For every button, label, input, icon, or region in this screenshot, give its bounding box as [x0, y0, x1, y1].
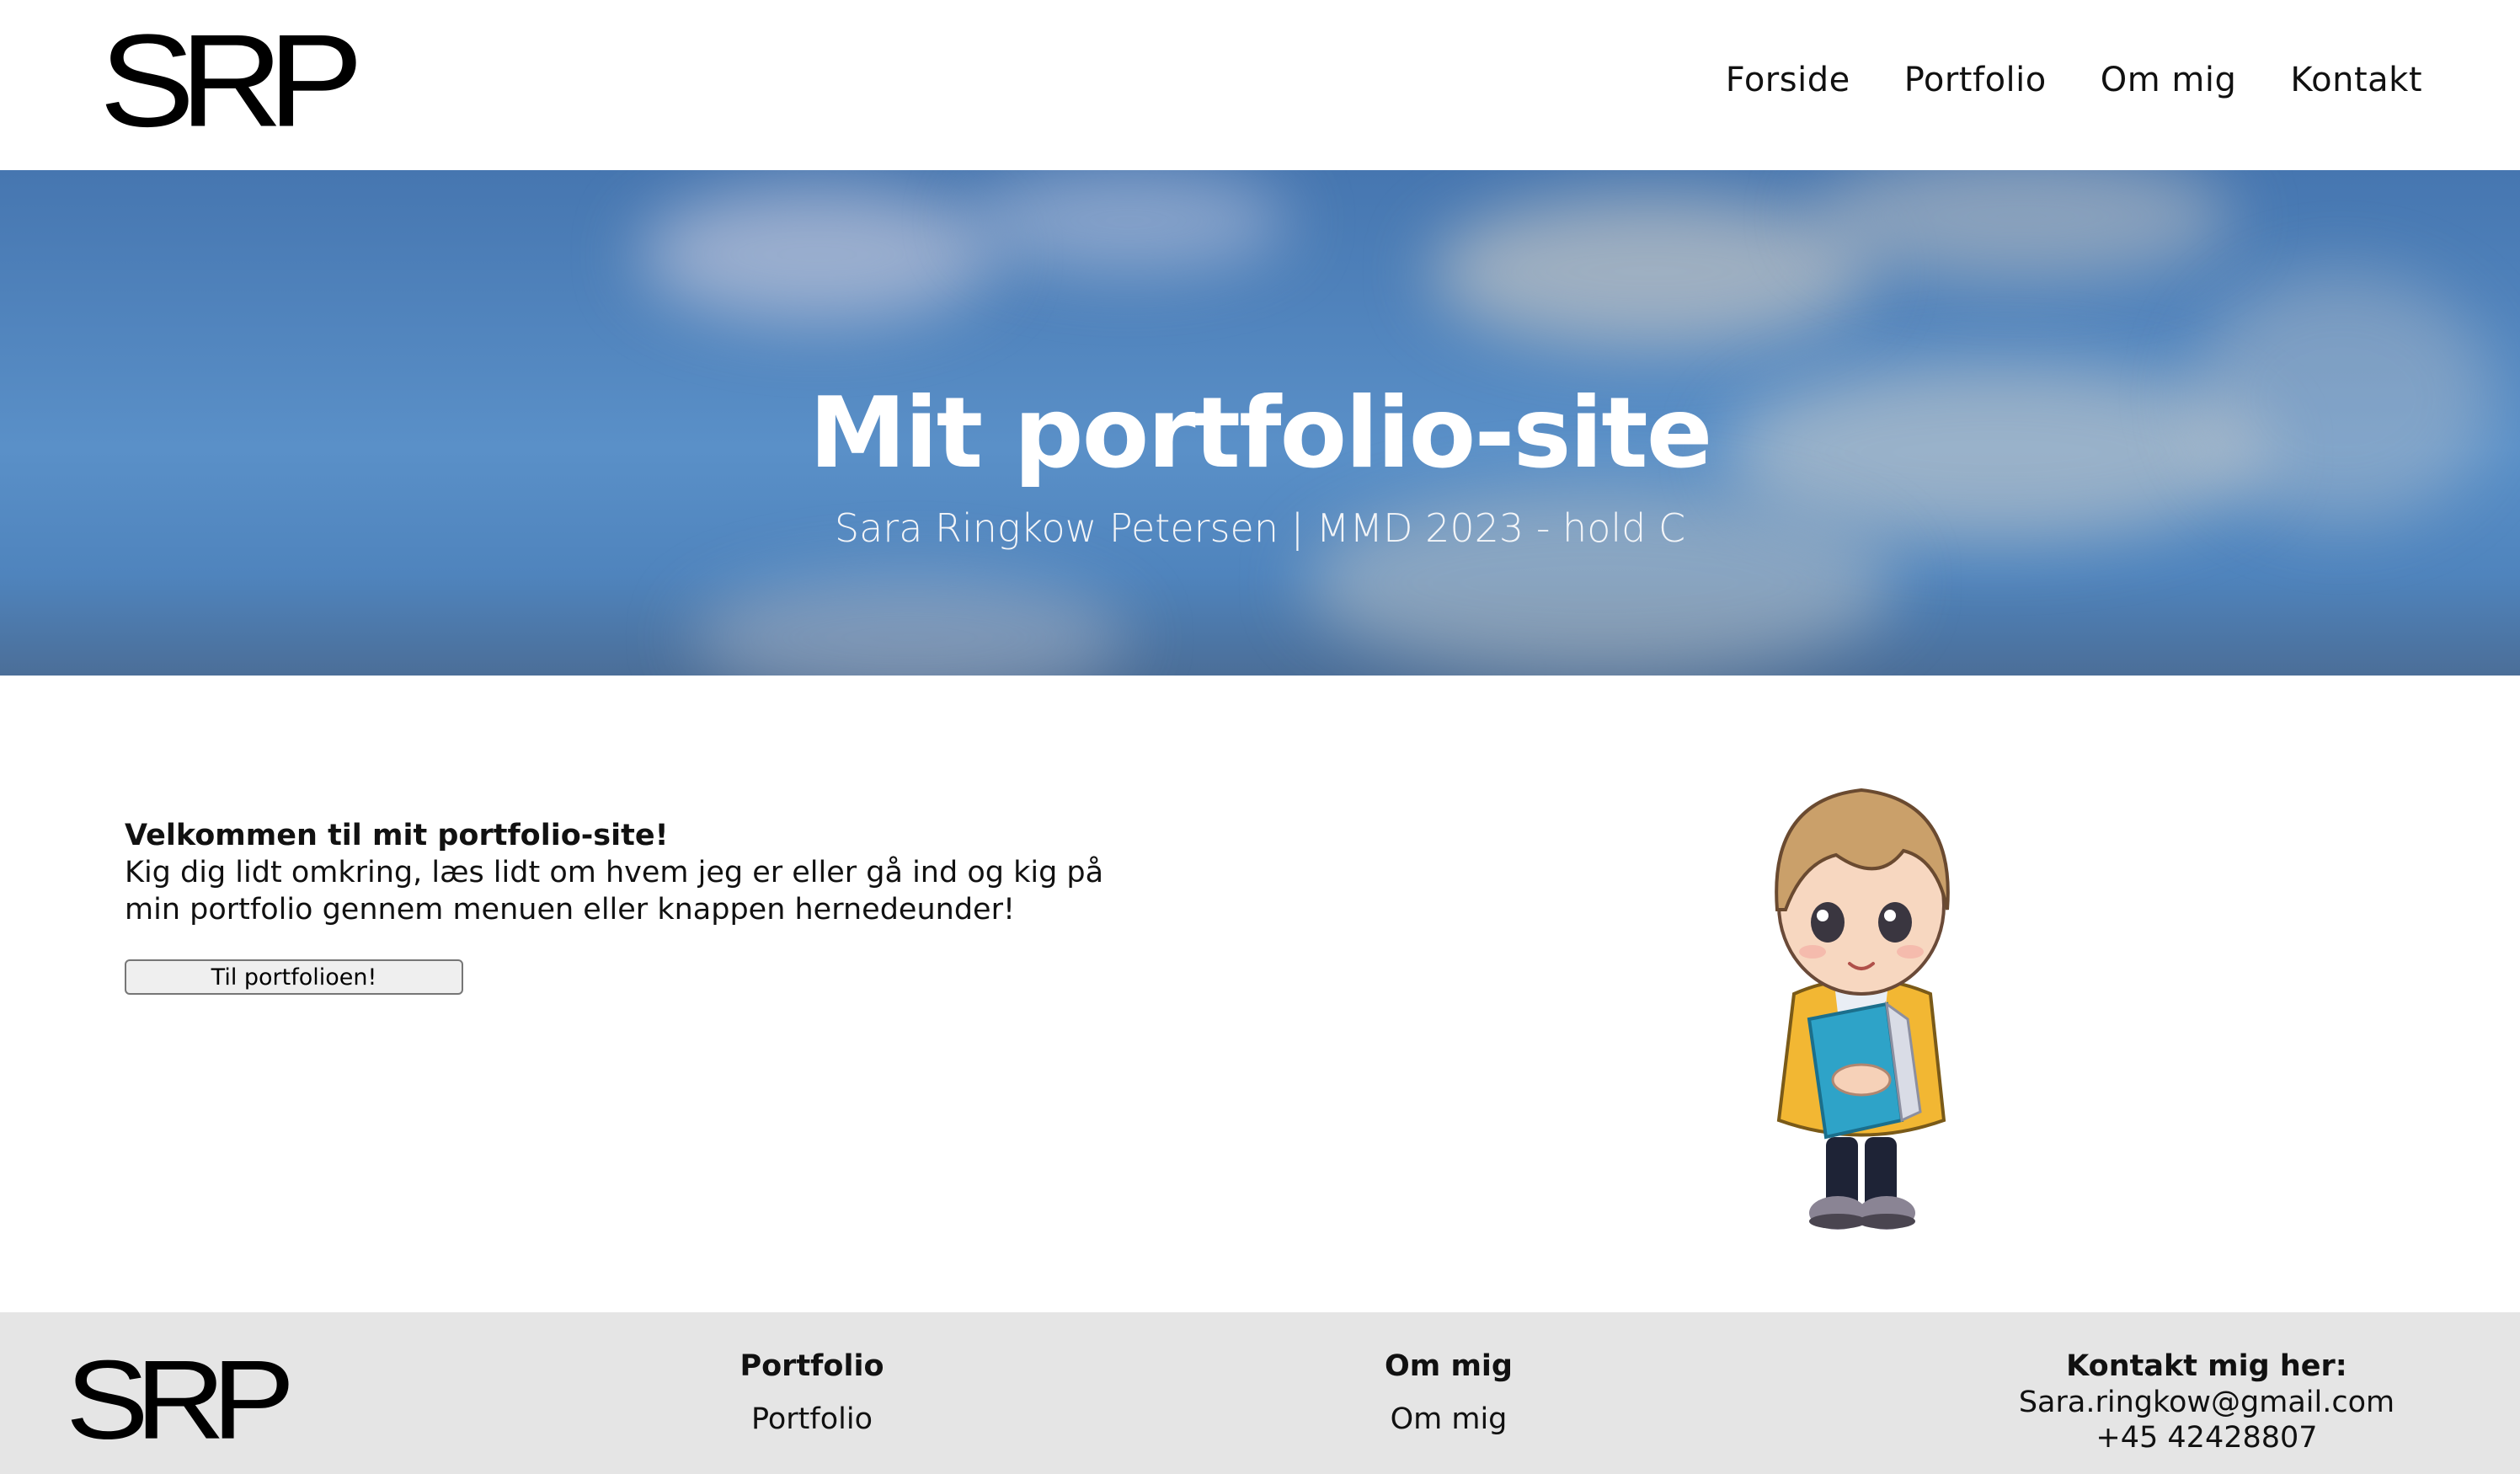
intro-section: Velkommen til mit portfolio-site! Kig di… [125, 817, 1220, 928]
main-nav: Forside Portfolio Om mig Kontakt [1726, 61, 2422, 99]
footer-column-portfolio: Portfolio Portfolio [702, 1348, 921, 1437]
footer-link-om-mig[interactable]: Om mig [1339, 1402, 1558, 1437]
hero-cloud [691, 574, 1129, 676]
avatar-illustration [1775, 788, 1950, 1230]
site-footer: SRP Portfolio Portfolio Om mig Om mig Ko… [0, 1312, 2520, 1474]
footer-logo[interactable]: SRP [66, 1344, 295, 1456]
nav-item-forside[interactable]: Forside [1726, 61, 1850, 99]
footer-link-portfolio[interactable]: Portfolio [702, 1402, 921, 1437]
nav-item-portfolio[interactable]: Portfolio [1904, 61, 2047, 99]
footer-heading-om-mig: Om mig [1385, 1349, 1513, 1383]
hero-subtitle: Sara Ringkow Petersen | MMD 2023 - hold … [834, 505, 1686, 551]
hero-title: Mit portfolio-site [809, 377, 1713, 490]
contact-email[interactable]: Sara.ringkow@gmail.com [1971, 1385, 2443, 1420]
hero-cloud [969, 170, 1289, 271]
footer-column-om-mig: Om mig Om mig [1339, 1348, 1558, 1437]
contact-phone[interactable]: +45 42428807 [1971, 1420, 2443, 1455]
footer-heading-kontakt: Kontakt mig her: [2066, 1349, 2347, 1383]
intro-heading: Velkommen til mit portfolio-site! [125, 819, 669, 852]
intro-text: Kig dig lidt omkring, læs lidt om hvem j… [125, 856, 1104, 927]
portfolio-button[interactable]: Til portfolioen! [125, 959, 463, 995]
hero-banner: Mit portfolio-site Sara Ringkow Petersen… [0, 170, 2520, 676]
hero-cloud [1432, 195, 1870, 347]
site-logo[interactable]: SRP [99, 15, 364, 147]
hero-cloud [1811, 170, 2232, 280]
nav-item-om-mig[interactable]: Om mig [2101, 61, 2237, 99]
footer-heading-portfolio: Portfolio [739, 1349, 884, 1383]
site-header: SRP Forside Portfolio Om mig Kontakt [0, 0, 2520, 170]
nav-item-kontakt[interactable]: Kontakt [2290, 61, 2422, 99]
hero-cloud [640, 187, 994, 322]
footer-column-kontakt: Kontakt mig her: Sara.ringkow@gmail.com … [1971, 1348, 2443, 1455]
